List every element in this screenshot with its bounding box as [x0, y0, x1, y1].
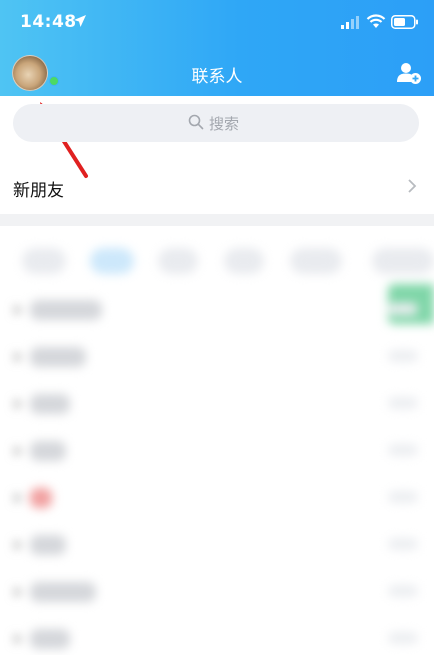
wifi-icon: [366, 14, 386, 28]
header-bar: 14:48 联系人: [0, 0, 434, 96]
status-time: 14:48: [20, 12, 77, 32]
signal-icon: [341, 16, 359, 29]
blurred-tab: [90, 248, 134, 274]
page-title: 联系人: [191, 67, 243, 87]
blurred-group-row: [0, 290, 434, 330]
section-divider: [0, 214, 434, 226]
search-placeholder: 搜索: [209, 115, 240, 133]
blurred-tab: [22, 248, 66, 274]
blurred-group-row: [0, 478, 434, 518]
blurred-group-row: [0, 525, 434, 565]
blurred-group-row: [0, 431, 434, 471]
add-contact-icon[interactable]: [396, 60, 422, 86]
chevron-right-icon: [408, 179, 417, 193]
blurred-group-row: [0, 384, 434, 424]
blurred-contact-list: [0, 228, 434, 655]
blurred-group-row: [0, 572, 434, 612]
status-bar: 14:48: [0, 0, 434, 46]
new-friends-row[interactable]: 新朋友: [0, 164, 434, 208]
blurred-tab: [158, 248, 198, 274]
location-arrow-icon: [74, 15, 86, 27]
blurred-group-row: [0, 337, 434, 377]
blurred-group-row: [0, 619, 434, 655]
search-icon: [188, 114, 204, 130]
blurred-tab: [224, 248, 264, 274]
new-friends-label: 新朋友: [13, 181, 64, 201]
blurred-tab: [290, 248, 342, 274]
battery-icon: [391, 15, 418, 29]
blurred-tab: [372, 248, 434, 274]
